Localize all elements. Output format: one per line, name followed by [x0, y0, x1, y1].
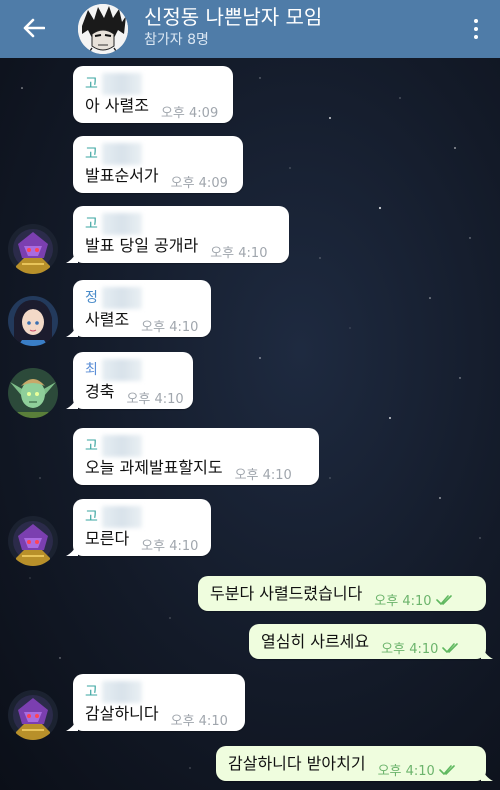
message-bubble[interactable]: 고 발표 당일 공개라 오후 4:10	[66, 206, 289, 263]
message-time: 오후 4:09	[170, 176, 228, 191]
dot-icon	[474, 27, 478, 31]
sender-initial: 정	[85, 290, 98, 306]
message-text: 사렬조	[85, 310, 130, 329]
avatar[interactable]	[8, 224, 58, 274]
message-time: 오후 4:10	[170, 714, 228, 729]
avatar[interactable]	[8, 368, 58, 418]
message-bubble[interactable]: 고 발표순서가 오후 4:09	[73, 136, 243, 193]
message-text: 아 사렬조	[85, 96, 149, 115]
message-text: 감살하니다 받아치기	[228, 754, 366, 773]
sender-initial: 고	[85, 216, 98, 232]
sender-initial: 고	[85, 684, 98, 700]
sender-initial: 고	[85, 509, 98, 525]
sender-initial: 고	[85, 146, 98, 162]
message-bubble[interactable]: 고 모른다 오후 4:10	[66, 499, 211, 556]
arrow-left-icon	[23, 18, 45, 38]
message-time: 오후 4:10	[141, 539, 199, 554]
manga-face-icon	[78, 4, 128, 54]
double-check-icon	[435, 594, 452, 605]
message-time: 오후 4:10	[234, 468, 292, 483]
group-avatar[interactable]	[78, 4, 128, 54]
blurred-name	[101, 287, 142, 309]
sender-initial: 최	[85, 362, 98, 378]
message-time: 오후 4:10	[377, 764, 435, 779]
message-time: 오후 4:10	[126, 392, 184, 407]
message-text: 발표 당일 공개라	[85, 236, 199, 255]
bubble-tail	[66, 249, 78, 263]
dot-icon	[474, 35, 478, 39]
blurred-name	[101, 73, 142, 95]
more-menu-button[interactable]	[466, 14, 486, 44]
message-bubble[interactable]: 고 감살하니다 오후 4:10	[66, 674, 245, 731]
blurred-name	[101, 506, 142, 528]
chat-header: 신정동 나쁜남자 모임 참가자 8명	[0, 0, 500, 58]
sender-name[interactable]: 고	[85, 143, 231, 165]
message-time: 오후 4:10	[374, 594, 432, 609]
bubble-tail	[481, 767, 493, 781]
sender-initial: 고	[85, 438, 98, 454]
bubble-tail	[66, 323, 78, 337]
sender-name[interactable]: 고	[85, 73, 221, 95]
double-check-icon	[442, 642, 459, 653]
message-bubble[interactable]: 고 아 사렬조 오후 4:09	[73, 66, 233, 123]
blurred-name	[101, 359, 142, 381]
bubble-tail	[66, 717, 78, 731]
dot-icon	[474, 19, 478, 23]
outgoing-message-bubble[interactable]: 열심히 사르세요 오후 4:10	[249, 624, 493, 659]
message-text: 오늘 과제발표할지도	[85, 458, 223, 477]
message-bubble[interactable]: 최 경축 오후 4:10	[66, 352, 193, 409]
participant-count: 참가자 8명	[144, 32, 209, 48]
message-bubble[interactable]: 고 오늘 과제발표할지도 오후 4:10	[73, 428, 319, 485]
avatar[interactable]	[8, 296, 58, 346]
bubble-tail	[481, 645, 493, 659]
avatar[interactable]	[8, 690, 58, 740]
sender-name[interactable]: 최	[85, 359, 181, 381]
blurred-name	[101, 213, 142, 235]
bubble-tail	[66, 395, 78, 409]
double-check-icon	[439, 764, 455, 775]
sender-initial: 고	[85, 76, 98, 92]
avatar[interactable]	[8, 516, 58, 566]
message-text: 모른다	[85, 529, 130, 548]
message-text: 두분다 사렬드렸습니다	[210, 584, 363, 603]
blurred-name	[101, 681, 142, 703]
bubble-tail	[66, 542, 78, 556]
blurred-name	[101, 435, 142, 457]
message-text: 경축	[85, 382, 115, 401]
sender-name[interactable]: 정	[85, 287, 199, 309]
sender-name[interactable]: 고	[85, 681, 233, 703]
message-time: 오후 4:09	[160, 106, 219, 121]
green-elf-icon	[8, 368, 58, 418]
message-text: 발표순서가	[85, 166, 159, 185]
message-time: 오후 4:10	[381, 642, 439, 657]
telegram-chat-screen: 신정동 나쁜남자 모임 참가자 8명 고 아 사렬조 오후 4:09 고 발표순…	[0, 0, 500, 790]
back-button[interactable]	[18, 12, 50, 44]
purple-knight-icon	[8, 690, 58, 740]
sender-name[interactable]: 고	[85, 435, 307, 457]
message-time: 오후 4:10	[210, 246, 268, 261]
anime-girl-icon	[8, 296, 58, 346]
purple-knight-icon	[8, 516, 58, 566]
sender-name[interactable]: 고	[85, 506, 199, 528]
blurred-name	[101, 143, 142, 165]
message-text: 감살하니다	[85, 704, 159, 723]
message-bubble[interactable]: 정 사렬조 오후 4:10	[66, 280, 211, 337]
sender-name[interactable]: 고	[85, 213, 277, 235]
message-time: 오후 4:10	[141, 320, 199, 335]
outgoing-message-bubble[interactable]: 감살하니다 받아치기 오후 4:10	[216, 746, 493, 781]
message-text: 열심히 사르세요	[261, 632, 370, 651]
outgoing-message-bubble[interactable]: 두분다 사렬드렸습니다 오후 4:10	[198, 576, 486, 611]
message-list[interactable]: 고 아 사렬조 오후 4:09 고 발표순서가 오후 4:09 고 발표 당일 …	[0, 58, 500, 790]
chat-title[interactable]: 신정동 나쁜남자 모임	[144, 4, 322, 30]
purple-knight-icon	[8, 224, 58, 274]
